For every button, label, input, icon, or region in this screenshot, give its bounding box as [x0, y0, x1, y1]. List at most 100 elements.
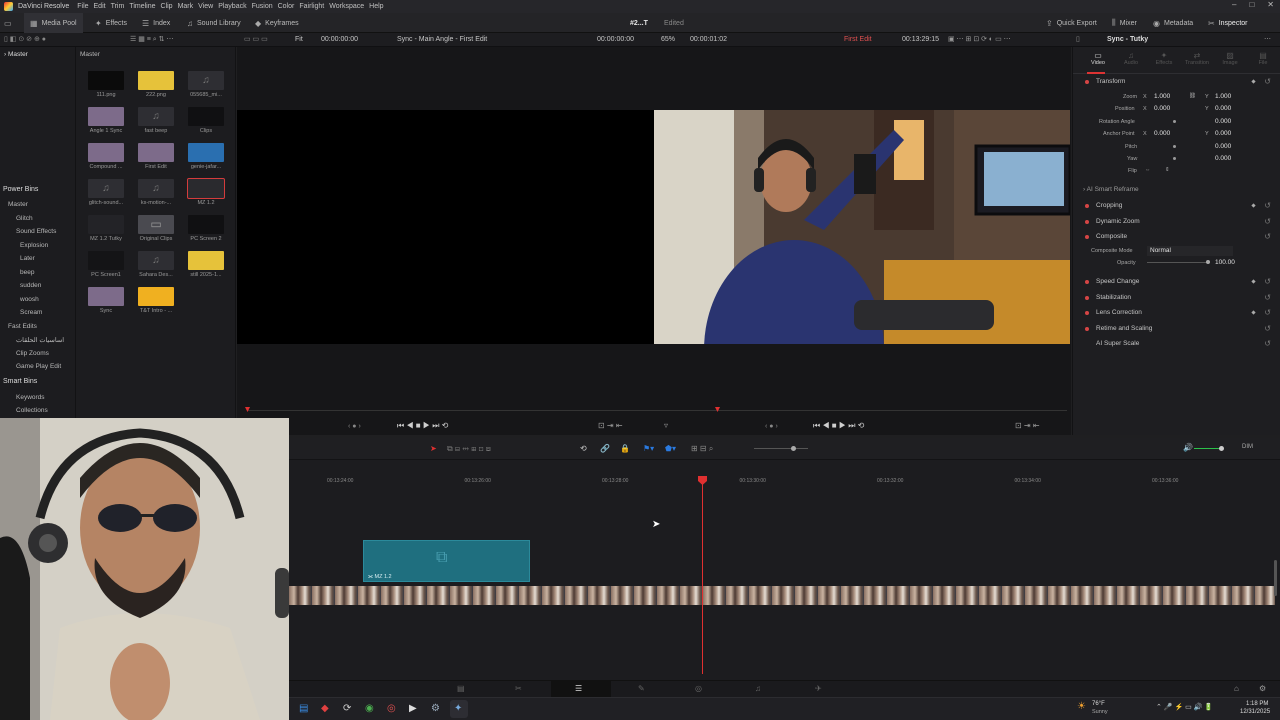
power-bin-item[interactable]: Later — [20, 255, 35, 262]
rotation-field[interactable]: 0.000 — [1215, 118, 1231, 125]
volume-icon[interactable]: 🔊 — [1183, 443, 1193, 452]
pool-clip[interactable]: still 2025-1... — [188, 251, 224, 278]
inspector-tab-video[interactable]: ▭ Video — [1085, 51, 1111, 66]
pool-clip[interactable]: ▭ Original Clips — [138, 215, 174, 242]
pool-clip[interactable]: 111.png — [88, 71, 124, 98]
pool-clip[interactable]: ♫ ks-motion-... — [138, 179, 174, 206]
maximize-icon[interactable]: □ — [1249, 0, 1254, 9]
pool-clip[interactable]: ♫ 055685_mi... — [188, 71, 224, 98]
weather-icon[interactable]: ☀ — [1077, 701, 1086, 712]
keyframes-button[interactable]: ◆ Keyframes — [255, 13, 299, 33]
menu-item-playback[interactable]: Playback — [218, 3, 246, 10]
link-icon[interactable]: ⛓ — [1189, 93, 1196, 99]
menu-item-fairlight[interactable]: Fairlight — [299, 3, 324, 10]
fit-dropdown[interactable]: Fit — [295, 33, 303, 47]
pool-clip[interactable]: ♫ glitch-sound... — [88, 179, 124, 206]
program-mark-icons[interactable]: ⊡ ⇥ ⇤ — [1015, 421, 1040, 430]
volume-slider[interactable] — [1194, 448, 1222, 449]
inspector-layout-icon[interactable]: ▯ — [1076, 33, 1080, 47]
resolve-taskbar-icon[interactable]: ✦ — [454, 703, 462, 714]
timeline-zoom-handle[interactable] — [791, 446, 796, 451]
pool-clip[interactable]: 222.png — [138, 71, 174, 98]
opacity-slider[interactable] — [1147, 262, 1207, 263]
sound-library-button[interactable]: ♫ Sound Library — [187, 13, 241, 33]
power-bin-item[interactable]: beep — [20, 269, 34, 276]
index-button[interactable]: ☰ Index — [142, 13, 170, 33]
menu-item-trim[interactable]: Trim — [111, 3, 125, 10]
bin-master[interactable]: › Master — [4, 51, 28, 58]
metadata-button[interactable]: ◉ Metadata — [1153, 13, 1193, 33]
sync-angle-dropdown[interactable]: Sync - Main Angle - First Edit — [397, 33, 487, 47]
section-speed-change[interactable]: Speed Change ↺ — [1073, 275, 1280, 289]
menu-item-file[interactable]: File — [77, 3, 88, 10]
inspector-button[interactable]: ✂ Inspector — [1208, 13, 1248, 33]
pool-clip[interactable]: ♫ fast beep — [138, 107, 174, 134]
timeline-name-dropdown[interactable]: First Edit — [844, 33, 872, 47]
menu-item-mark[interactable]: Mark — [178, 3, 194, 10]
program-transport[interactable]: ⏮ ◀ ■ ▶ ⏭ ⟲ — [813, 421, 864, 431]
menu-item-workspace[interactable]: Workspace — [329, 3, 364, 10]
anchor-y-field[interactable]: 0.000 — [1215, 130, 1231, 137]
section-cropping[interactable]: Cropping ↺ — [1073, 199, 1280, 213]
linked-selection-icon[interactable]: 🔗 — [600, 444, 610, 453]
edit-page-icon[interactable]: ☰ — [575, 684, 582, 693]
source-jog-icon[interactable]: ‹ ● › — [348, 423, 361, 430]
media-page-icon[interactable]: ▤ — [457, 684, 465, 693]
menu-item-fusion[interactable]: Fusion — [252, 3, 273, 10]
settings-app-icon[interactable]: ⚙ — [431, 703, 440, 714]
inspector-tab-effects[interactable]: ✦ Effects — [1151, 51, 1177, 66]
anchor-x-field[interactable]: 0.000 — [1154, 130, 1170, 137]
viewer-layout-icons[interactable]: ▭ ▭ ▭ — [244, 33, 268, 47]
pool-clip[interactable]: ♫ Sahara Des... — [138, 251, 174, 278]
inspector-tab-audio[interactable]: ♫ Audio — [1118, 51, 1144, 66]
browser-icon[interactable]: ◆ — [321, 703, 329, 714]
timeline-zoom-slider[interactable] — [754, 448, 808, 449]
viewer-scrub-track[interactable] — [247, 410, 1067, 411]
position-x-field[interactable]: 0.000 — [1154, 105, 1170, 112]
pool-clip[interactable]: PC Screen 2 — [188, 215, 224, 242]
section-lens-correction[interactable]: Lens Correction ↺ — [1073, 306, 1280, 320]
fairlight-page-icon[interactable]: ♫ — [755, 684, 761, 693]
section-dynamic-zoom[interactable]: Dynamic Zoom ↺ — [1073, 215, 1280, 229]
selection-tool-icon[interactable]: ➤ — [430, 444, 437, 453]
menu-item-view[interactable]: View — [198, 3, 213, 10]
snapping-icon[interactable]: ⟲ — [580, 444, 587, 453]
media-player-icon[interactable]: ▶ — [409, 703, 417, 714]
yaw-field[interactable]: 0.000 — [1215, 155, 1231, 162]
pool-clip[interactable]: MZ 1.2 — [187, 178, 225, 206]
power-bin-item[interactable]: Explosion — [20, 242, 48, 249]
power-bin-item[interactable]: Fast Edits — [8, 323, 37, 330]
power-bin-item[interactable]: sudden — [20, 282, 41, 289]
section-ai-smart-reframe[interactable]: › AI Smart Reframe — [1073, 183, 1280, 197]
pool-clip[interactable]: MZ 1.2 Tutky — [88, 215, 124, 242]
panel-toggle-icon[interactable]: ▭ — [4, 13, 12, 33]
position-y-field[interactable]: 0.000 — [1215, 105, 1231, 112]
source-mark-icons[interactable]: ⊡ ⇥ ⇤ — [598, 421, 623, 430]
marker-icon[interactable]: ⬟▾ — [665, 444, 676, 453]
power-bin-item[interactable]: Clip Zooms — [16, 350, 49, 357]
opacity-slider-handle[interactable] — [1206, 260, 1210, 264]
section-stabilization[interactable]: Stabilization ↺ — [1073, 291, 1280, 305]
flag-icon[interactable]: ⚑▾ — [643, 444, 654, 453]
menu-item-color[interactable]: Color — [278, 3, 295, 10]
volume-handle[interactable] — [1219, 446, 1224, 451]
pool-clip[interactable]: genie-jafar... — [188, 143, 224, 170]
zoom-x-field[interactable]: 1.000 — [1154, 93, 1170, 100]
home-icon[interactable]: ⌂ — [1234, 684, 1239, 693]
pool-clip[interactable]: First Edit — [138, 143, 174, 170]
view-options-icons[interactable]: ▯ ◧ ⊙ ⊘ ⊕ ● — [4, 33, 46, 47]
dim-button[interactable]: DIM — [1242, 444, 1253, 450]
pool-clip[interactable]: Angle 1 Sync — [88, 107, 124, 134]
chrome-icon[interactable]: ◉ — [365, 703, 374, 714]
section-ai-super-scale[interactable]: AI Super Scale ↺ — [1073, 337, 1280, 351]
deliver-page-icon[interactable]: ✈ — [815, 684, 822, 693]
menu-item-help[interactable]: Help — [369, 3, 383, 10]
lock-icon[interactable]: 🔒 — [620, 444, 630, 453]
flip-vertical-icon[interactable]: ⇕ — [1165, 167, 1170, 173]
pool-clip[interactable]: PC Screen1 — [88, 251, 124, 278]
cut-page-icon[interactable]: ✂ — [515, 684, 522, 693]
pitch-slider[interactable] — [1173, 145, 1176, 148]
power-bin-item[interactable]: Game Play Edit — [16, 363, 61, 370]
menu-item-clip[interactable]: Clip — [161, 3, 173, 10]
opacity-field[interactable]: 100.00 — [1215, 259, 1235, 266]
